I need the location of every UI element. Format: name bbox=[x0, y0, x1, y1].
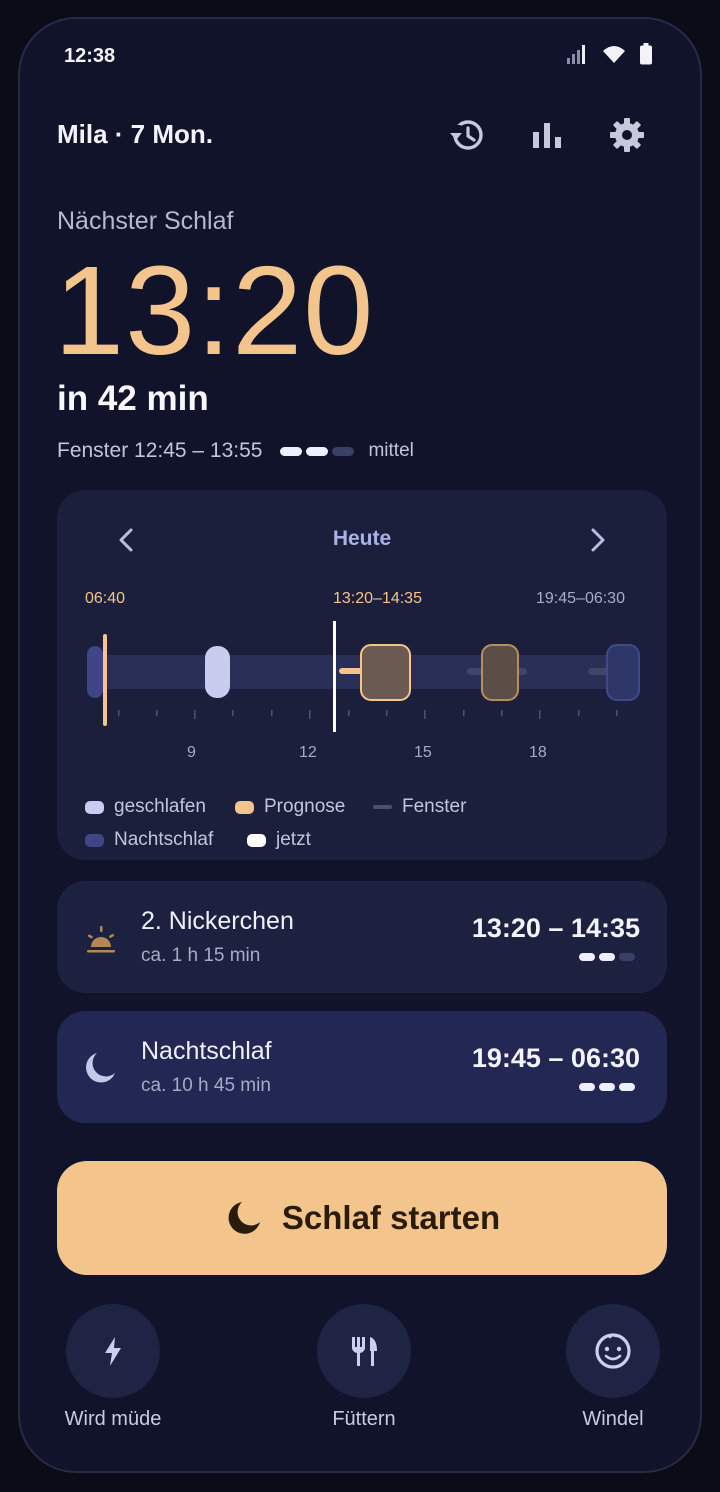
slot-confidence bbox=[579, 953, 635, 961]
timeline-chart bbox=[87, 621, 640, 732]
confidence-pill bbox=[579, 1083, 595, 1091]
gear-icon[interactable] bbox=[607, 115, 647, 155]
bar-chart-icon[interactable] bbox=[527, 115, 567, 155]
quick-action-feed[interactable]: Füttern bbox=[284, 1304, 444, 1431]
timeline-ticks bbox=[118, 710, 618, 719]
slept-nap-block bbox=[205, 646, 230, 698]
start-sleep-button[interactable]: Schlaf starten bbox=[57, 1161, 667, 1275]
slot-title: 2. Nickerchen bbox=[141, 907, 294, 935]
legend-swatch bbox=[85, 800, 104, 814]
slot-time: 19:45 – 06:30 bbox=[471, 1043, 640, 1073]
sleep-window-text: Fenster 12:45 – 13:55 bbox=[57, 439, 263, 462]
timeline-tick-label: 9 bbox=[187, 744, 196, 761]
timeline-tick-label: 15 bbox=[414, 744, 432, 761]
legend-label: Nachtschlaf bbox=[114, 829, 214, 850]
quick-action-label: Windel bbox=[582, 1408, 644, 1430]
confidence-pill bbox=[306, 446, 329, 456]
night-sleep-block bbox=[87, 646, 103, 698]
quick-action-label: Füttern bbox=[332, 1408, 396, 1430]
legend-night: Nachtschlaf bbox=[85, 829, 213, 851]
sunrise-icon bbox=[87, 926, 115, 953]
legend-slept: geschlafen bbox=[85, 796, 206, 818]
legend-swatch bbox=[235, 800, 254, 814]
timeline-tick-label: 18 bbox=[529, 744, 547, 761]
legend-window: Fenster bbox=[373, 796, 466, 818]
legend-swatch bbox=[373, 805, 392, 809]
slot-duration: ca. 10 h 45 min bbox=[141, 1075, 271, 1096]
next-sleep-label: Nächster Schlaf bbox=[57, 207, 234, 235]
chevron-right-icon[interactable] bbox=[577, 520, 617, 560]
history-icon[interactable] bbox=[447, 115, 487, 155]
slot-time: 13:20 – 14:35 bbox=[471, 913, 640, 943]
confidence-pill bbox=[579, 953, 595, 961]
legend-label: jetzt bbox=[276, 829, 311, 850]
wifi-icon bbox=[603, 46, 625, 63]
timeline-card: Heute 06:40 13:20–14:35 19:45–06:30 9 12… bbox=[57, 490, 667, 860]
legend-forecast: Prognose bbox=[235, 796, 345, 818]
timeline-wake-label: 06:40 bbox=[85, 590, 126, 607]
legend-swatch bbox=[247, 833, 266, 847]
timeline-next-nap-label: 13:20–14:35 bbox=[333, 590, 422, 607]
fork-knife-icon bbox=[352, 1337, 377, 1366]
wake-marker bbox=[103, 634, 107, 726]
phone-frame: 12:38 Mila · 7 Mon. Nächster Schlaf 13:2… bbox=[18, 17, 702, 1473]
confidence-pill bbox=[599, 1083, 615, 1091]
sleep-window: Fenster 12:45 – 13:55 mittel bbox=[57, 439, 414, 463]
bolt-icon bbox=[105, 1337, 121, 1366]
forecast-nap-block bbox=[360, 644, 411, 701]
moon-icon bbox=[86, 1053, 115, 1083]
confidence-label: mittel bbox=[368, 440, 414, 461]
battery-icon bbox=[640, 43, 652, 65]
legend-label: geschlafen bbox=[114, 796, 206, 817]
legend-now: jetzt bbox=[247, 829, 311, 851]
slot-title: Nachtschlaf bbox=[141, 1037, 272, 1065]
confidence-indicator bbox=[280, 446, 355, 456]
page-title: Mila · 7 Mon. bbox=[57, 119, 213, 149]
moon-icon bbox=[228, 1202, 260, 1234]
slot-duration: ca. 1 h 15 min bbox=[141, 945, 261, 966]
legend-label: Prognose bbox=[264, 796, 346, 817]
quick-action-diaper[interactable]: Windel bbox=[533, 1304, 693, 1431]
forecast-block bbox=[481, 644, 519, 701]
night-sleep-card[interactable]: Nachtschlaf ca. 10 h 45 min 19:45 – 06:3… bbox=[57, 1011, 667, 1123]
confidence-pill bbox=[619, 953, 635, 961]
quick-action-tired[interactable]: Wird müde bbox=[33, 1304, 193, 1431]
confidence-pill bbox=[280, 446, 303, 456]
status-icons bbox=[566, 43, 652, 65]
next-nap-card[interactable]: 2. Nickerchen ca. 1 h 15 min 13:20 – 14:… bbox=[57, 881, 667, 993]
cellular-signal-icon bbox=[567, 45, 585, 64]
legend-swatch bbox=[85, 833, 104, 847]
quick-action-label: Wird müde bbox=[64, 1408, 162, 1430]
timeline-night-label: 19:45–06:30 bbox=[536, 590, 625, 607]
quick-action-circle[interactable] bbox=[66, 1304, 160, 1398]
start-sleep-label: Schlaf starten bbox=[281, 1199, 501, 1236]
now-marker bbox=[333, 621, 336, 732]
confidence-pill bbox=[619, 1083, 635, 1091]
baby-face-icon bbox=[595, 1333, 631, 1369]
timeline-tick-label: 12 bbox=[299, 744, 317, 761]
next-sleep-countdown: in 42 min bbox=[57, 379, 209, 418]
legend-label: Fenster bbox=[402, 796, 467, 817]
night-forecast-block bbox=[606, 644, 640, 701]
timeline-day-label: Heute bbox=[332, 527, 392, 550]
slot-confidence bbox=[579, 1083, 635, 1091]
status-time: 12:38 bbox=[64, 45, 116, 67]
next-sleep-time: 13:20 bbox=[54, 240, 375, 381]
quick-action-circle[interactable] bbox=[566, 1304, 660, 1398]
confidence-pill bbox=[332, 446, 355, 456]
quick-action-circle[interactable] bbox=[317, 1304, 411, 1398]
confidence-pill bbox=[599, 953, 615, 961]
